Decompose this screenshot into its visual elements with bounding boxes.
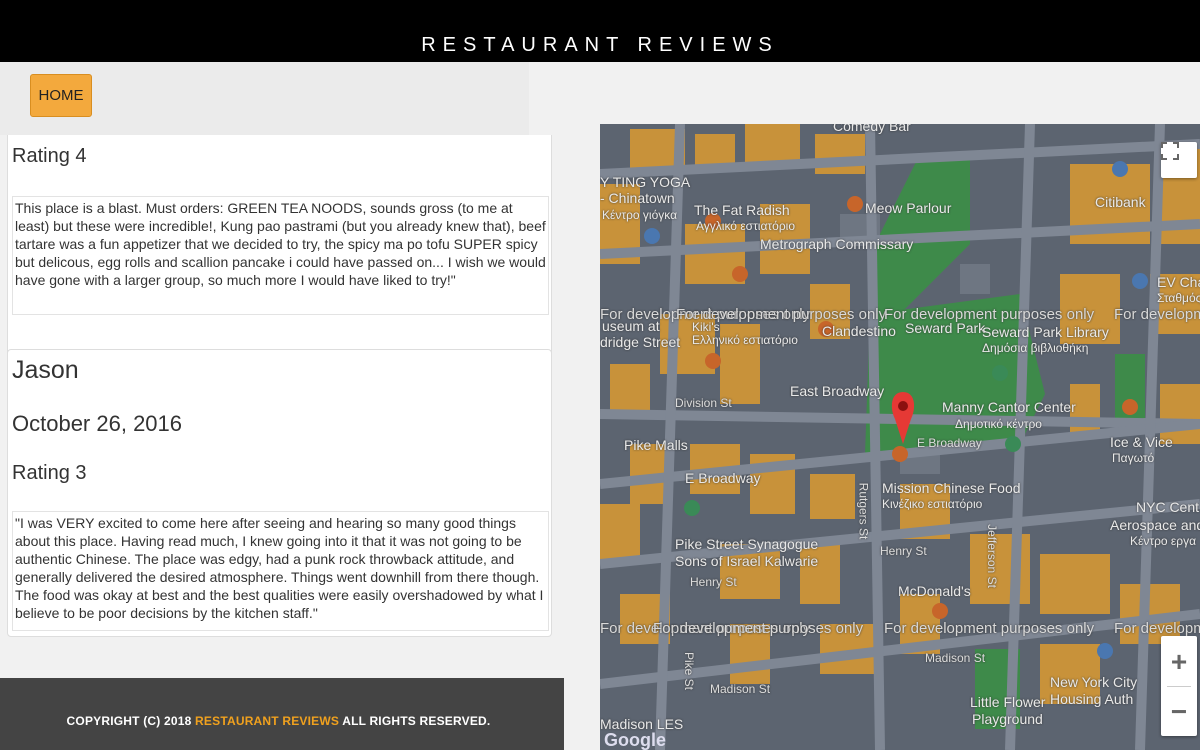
map-label: Sons of Israel Kalwarie <box>675 553 819 569</box>
map-label: Y TING YOGA <box>600 174 691 190</box>
footer: COPYRIGHT (C) 2018 RESTAURANT REVIEWS AL… <box>0 678 564 750</box>
map-label: Pike Malls <box>624 437 688 453</box>
map-label: Mission Chinese Food <box>882 480 1021 496</box>
breadcrumb: HOME <box>0 62 529 135</box>
reviews-column: HOME Rating 4 This place is a blast. Mus… <box>0 62 564 678</box>
map-label: NYC Cent <box>1136 499 1200 515</box>
map-label: Jefferson St <box>984 524 999 588</box>
review-card: Rating 4 This place is a blast. Must ord… <box>7 135 552 384</box>
map-label: Δημόσια βιβλιοθήκη <box>982 341 1089 355</box>
map-label: Κινέζικο εστιατόριο <box>882 497 983 511</box>
map-label: Pike St <box>682 651 697 691</box>
map-label: The Fat Radish <box>694 202 790 218</box>
map-label: Meow Parlour <box>865 200 952 216</box>
zoom-divider <box>1167 686 1191 687</box>
map-label: E Broadway <box>685 470 761 486</box>
map-label: Παγωτό <box>1112 451 1155 465</box>
map-label: Seward Park <box>905 320 986 336</box>
map-label: Κέντρο γιόγκα <box>602 208 678 222</box>
review-text: "I was VERY excited to come here after s… <box>12 511 549 631</box>
zoom-out-button[interactable]: − <box>1161 688 1197 736</box>
fullscreen-button[interactable] <box>1161 142 1197 178</box>
map-label: Little Flower <box>970 694 1046 710</box>
copyright-text: COPYRIGHT (C) 2018 RESTAURANT REVIEWS AL… <box>66 714 491 728</box>
review-rating: Rating 3 <box>12 462 87 484</box>
map-label: Clandestino <box>822 323 896 339</box>
map[interactable]: Y TING YOGA - Chinatown Κέντρο γιόγκα Th… <box>600 124 1200 750</box>
zoom-in-button[interactable]: + <box>1161 638 1197 686</box>
footer-brand: RESTAURANT REVIEWS <box>195 714 340 728</box>
map-label: - Chinatown <box>600 190 675 206</box>
map-label: McDonald's <box>898 583 971 599</box>
review-card: Jason October 26, 2016 Rating 3 "I was V… <box>7 349 552 637</box>
map-label: Housing Auth <box>1050 691 1134 707</box>
map-label: Seward Park Library <box>982 324 1109 340</box>
map-label: Madison St <box>925 651 986 665</box>
site-title: RESTAURANT REVIEWS <box>421 34 779 56</box>
google-logo: Google <box>604 730 666 750</box>
map-label: Σταθμός φόρτ <box>1157 291 1200 305</box>
dev-watermark: For development purposes only <box>1114 306 1200 323</box>
map-label: Division St <box>675 396 732 410</box>
map-label: Αγγλικό εστιατόριο <box>696 219 795 233</box>
dev-watermark: For development purposes only <box>884 620 1095 637</box>
reviewer-name: Jason <box>12 356 79 384</box>
map-label: New York City <box>1050 674 1138 690</box>
zoom-controls: + − <box>1161 636 1197 736</box>
review-rating: Rating 4 <box>12 145 87 167</box>
map-label: Citibank <box>1095 194 1146 210</box>
header: RESTAURANT REVIEWS <box>0 0 1200 62</box>
map-label: Ελληνικό εστιατόριο <box>692 333 798 347</box>
map-label: EV Chargi <box>1157 274 1200 290</box>
map-label: Aerospace and Ap <box>1110 517 1200 533</box>
review-text: This place is a blast. Must orders: GREE… <box>12 196 549 315</box>
dev-watermark: For development purposes only <box>1114 620 1200 637</box>
map-label: Manny Cantor Center <box>942 399 1076 415</box>
map-label: Κέντρο εργα <box>1130 534 1197 548</box>
map-label: Rutgers St <box>856 482 871 540</box>
map-label: Playground <box>972 711 1043 727</box>
dev-watermark: For development purposes only <box>653 620 864 637</box>
map-label: useum at <box>602 318 660 334</box>
map-label: Δημοτικό κέντρο <box>955 417 1042 431</box>
map-label: East Broadway <box>790 383 885 399</box>
map-label: Henry St <box>690 575 737 589</box>
map-label: Henry St <box>880 544 927 558</box>
map-label: Kiki's <box>692 320 720 334</box>
map-label: E Broadway <box>917 436 982 450</box>
review-date: October 26, 2016 <box>12 411 183 436</box>
map-label: Pike Street Synagogue <box>675 536 819 552</box>
fullscreen-icon <box>1161 142 1179 160</box>
map-label: Metrograph Commissary <box>760 236 914 252</box>
home-button[interactable]: HOME <box>30 74 92 117</box>
map-label: dridge Street <box>600 334 681 350</box>
map-label: Comedy Bar <box>833 124 911 134</box>
map-label: Madison St <box>710 682 771 696</box>
map-label: Ice & Vice <box>1110 434 1173 450</box>
